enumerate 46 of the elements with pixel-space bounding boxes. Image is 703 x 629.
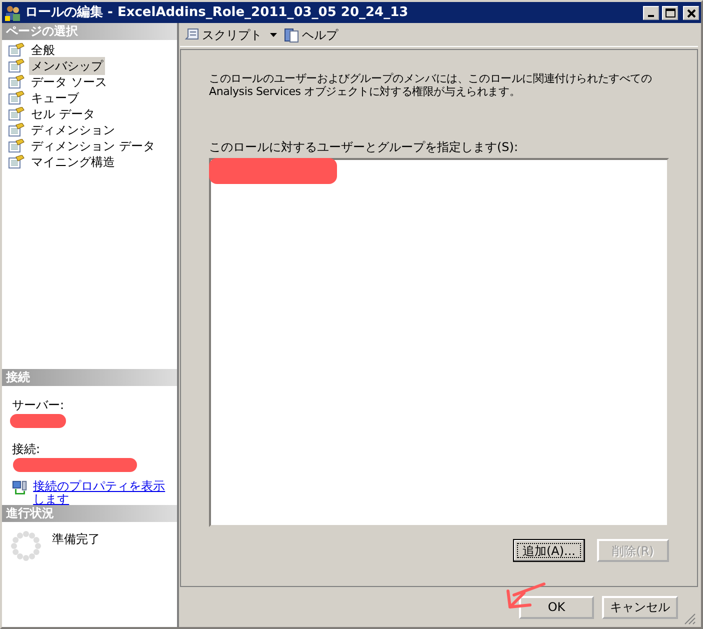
maximize-icon — [663, 6, 677, 18]
caret-icon — [269, 32, 278, 38]
page-icon — [8, 123, 25, 137]
server-label: サーバー: — [12, 397, 66, 414]
cancel-button[interactable]: キャンセル — [602, 596, 678, 618]
sidebar-item[interactable]: キューブ — [29, 89, 81, 107]
annotation-arrow — [504, 581, 548, 611]
redaction-mark — [10, 414, 66, 428]
help-button[interactable]: ヘルプ — [284, 26, 338, 44]
connection-label: 接続: — [12, 441, 42, 458]
page-icon — [8, 59, 25, 73]
page-icon — [8, 75, 25, 89]
minimize-icon — [648, 14, 654, 16]
spinner-icon — [10, 530, 42, 562]
sidebar-item[interactable]: ディメンション — [29, 121, 117, 139]
page-icon — [8, 43, 25, 57]
connection-properties-link[interactable]: 接続のプロパティを表示します — [33, 480, 167, 506]
users-icon — [4, 4, 22, 22]
description-text: このロールのユーザーおよびグループのメンバには、このロールに関連付けられたすべての Analysis Services オブジェクトに対する権限が与えられます。 — [209, 72, 653, 98]
page-icon — [8, 139, 25, 153]
add-button[interactable]: 追加(A)... — [513, 539, 585, 562]
status-text: 準備完了 — [52, 531, 100, 548]
documents-icon — [284, 26, 300, 42]
sidebar-item[interactable]: 全般 — [29, 41, 57, 59]
users-list[interactable] — [209, 158, 669, 527]
sidebar-item[interactable]: ディメンション データ — [29, 137, 157, 155]
window-title: ロールの編集 - ExcelAddins_Role_2011_03_05 20_24_13 — [25, 4, 410, 22]
ok-button[interactable]: OK — [519, 596, 594, 618]
connection-icon — [12, 480, 28, 496]
page-icon — [8, 155, 25, 169]
resize-grip-icon[interactable] — [684, 613, 696, 625]
sidebar-item[interactable]: セル データ — [29, 105, 97, 123]
sidebar-item[interactable]: マイニング構造 — [29, 153, 117, 171]
section-header: ページの選択 — [2, 23, 177, 40]
sidebar-item[interactable]: データ ソース — [29, 73, 109, 91]
page-icon — [8, 91, 25, 105]
page-icon — [8, 107, 25, 121]
maximize-button[interactable] — [662, 6, 678, 20]
script-icon — [184, 26, 200, 42]
section-header: 接続 — [2, 369, 177, 386]
close-button[interactable] — [683, 6, 699, 20]
list-label: このロールに対するユーザーとグループを指定します(S): — [209, 139, 520, 156]
script-dropdown[interactable]: スクリプト — [184, 26, 278, 44]
sidebar-item[interactable]: メンバシップ — [29, 57, 105, 75]
minimize-button[interactable] — [643, 6, 659, 20]
section-header: 進行状況 — [2, 505, 177, 522]
